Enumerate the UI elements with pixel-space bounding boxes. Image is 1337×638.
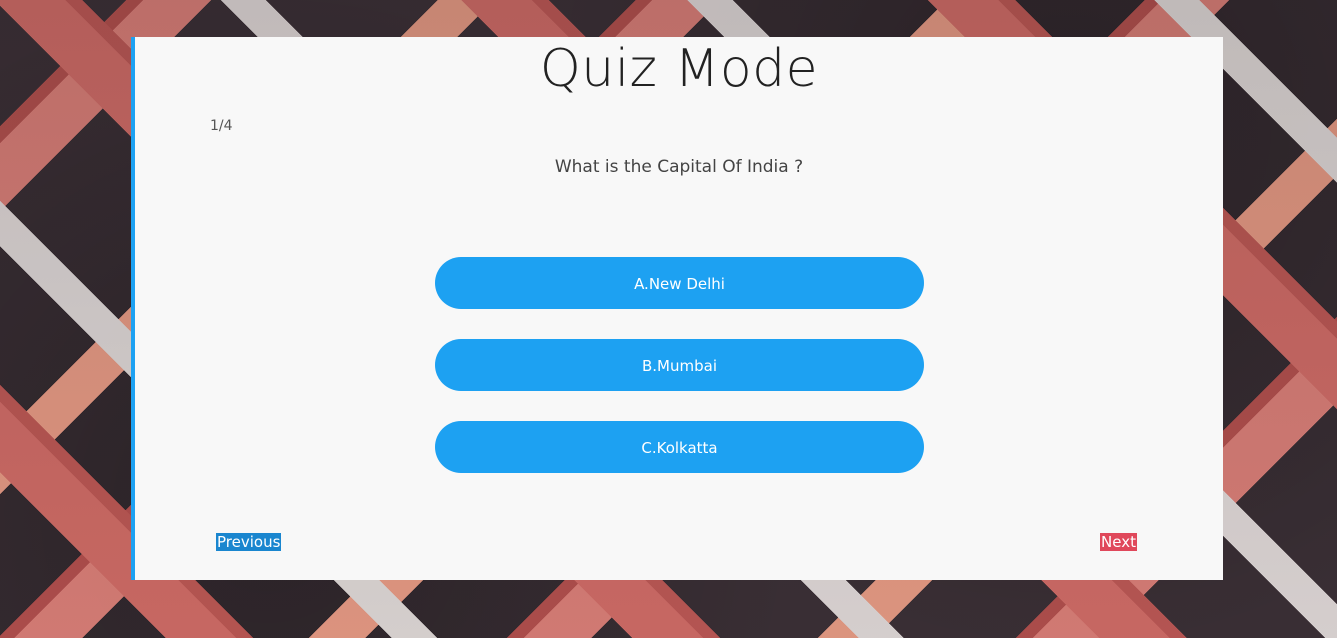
quiz-card: Quiz Mode 1/4 What is the Capital Of Ind…: [131, 37, 1223, 580]
previous-button[interactable]: Previous: [216, 533, 282, 551]
option-a-button[interactable]: A.New Delhi: [435, 257, 924, 309]
question-text: What is the Capital Of India ?: [554, 157, 804, 177]
option-b-button[interactable]: B.Mumbai: [435, 339, 924, 391]
question-progress: 1/4: [210, 118, 233, 134]
answer-options: A.New Delhi B.Mumbai C.Kolkatta: [435, 257, 924, 503]
page-title: Quiz Mode: [539, 39, 819, 99]
next-button[interactable]: Next: [1100, 533, 1137, 551]
option-c-button[interactable]: C.Kolkatta: [435, 421, 924, 473]
